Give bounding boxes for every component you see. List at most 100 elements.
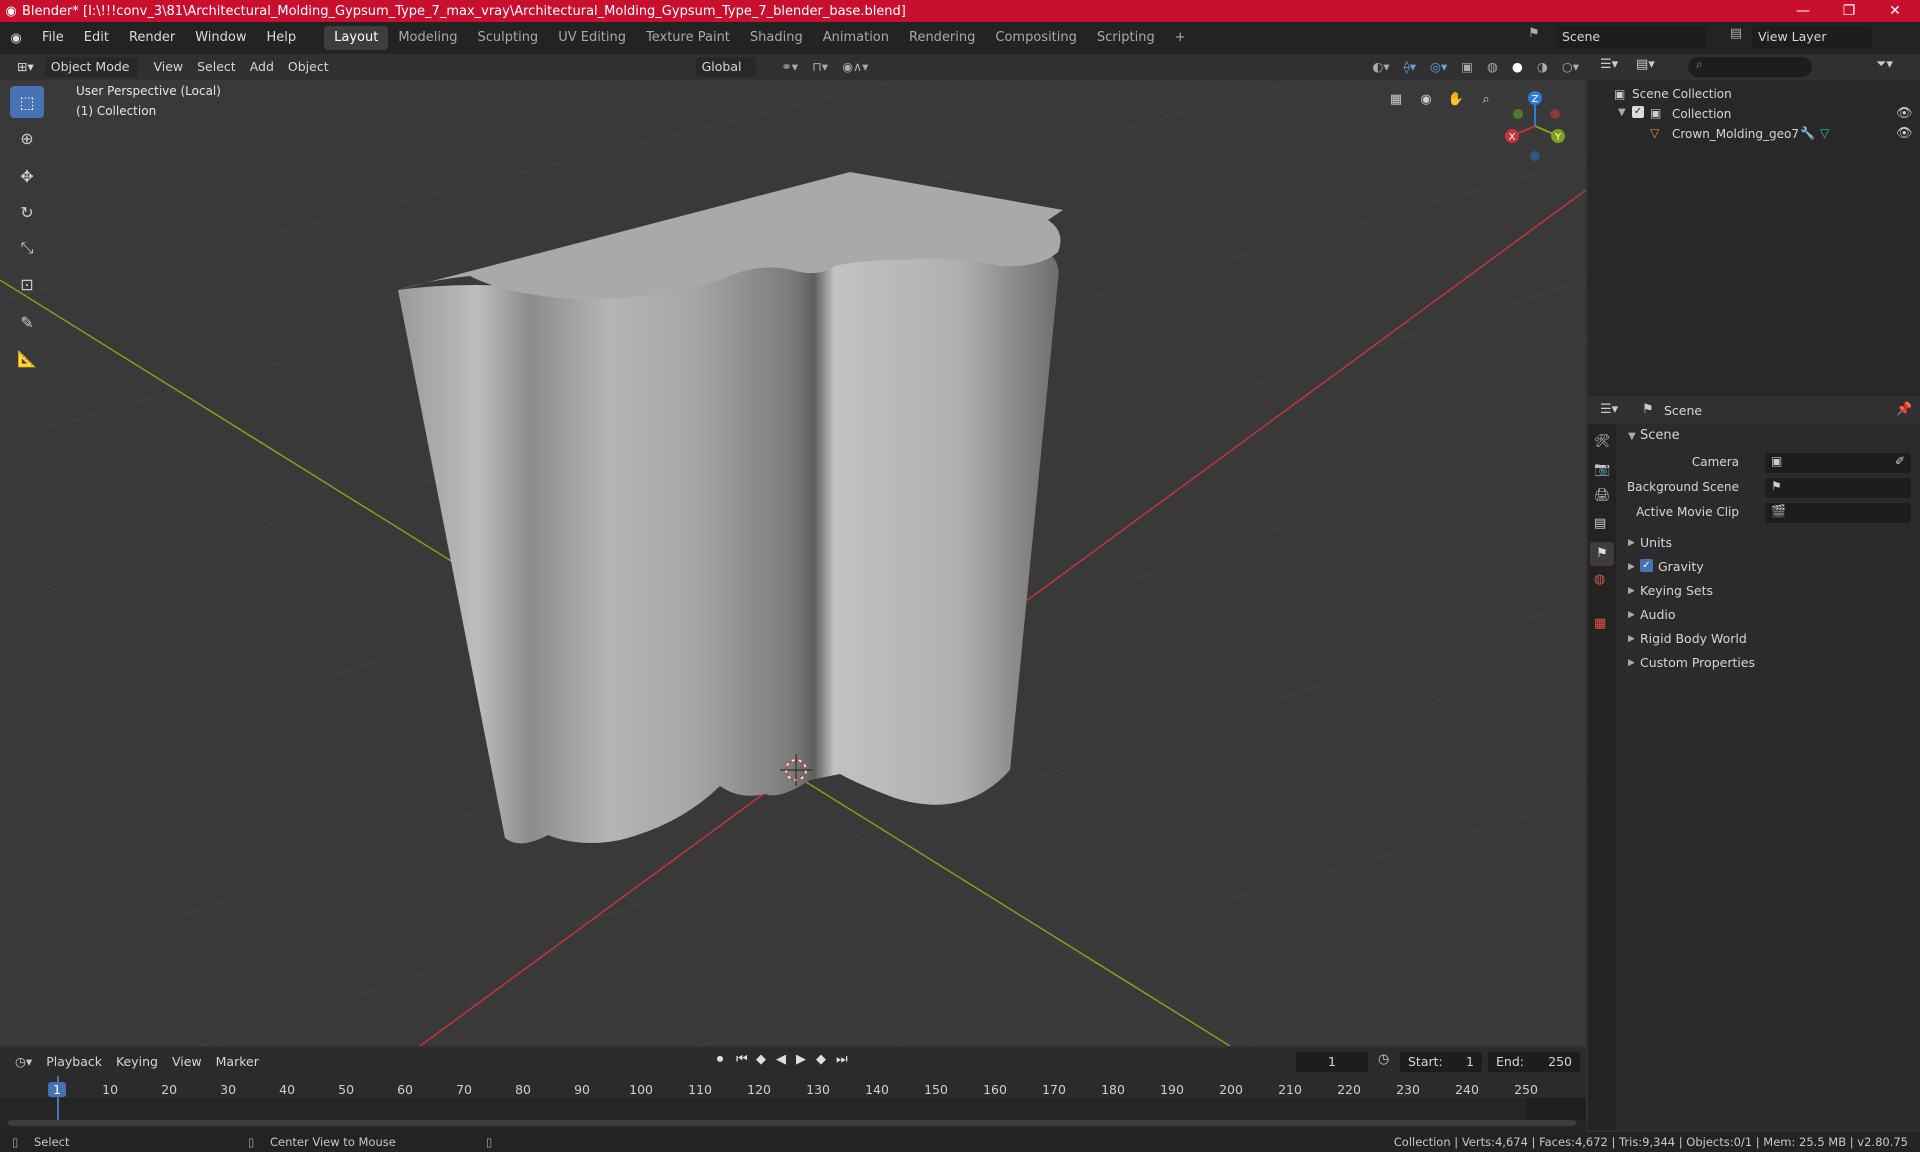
- audio-panel[interactable]: Audio: [1640, 607, 1676, 622]
- jump-start-icon[interactable]: ⏮: [736, 1052, 748, 1067]
- eyedropper-icon[interactable]: ✐: [1895, 454, 1905, 468]
- select-box-tool-icon[interactable]: ⬚: [10, 86, 44, 118]
- scene-section-arrow-icon[interactable]: ▼: [1628, 431, 1636, 442]
- end-frame-field[interactable]: End: 250: [1488, 1052, 1580, 1072]
- scene-tab-icon[interactable]: ⚑: [1590, 542, 1614, 566]
- maximize-button[interactable]: ❐: [1826, 0, 1872, 22]
- viewport-menu-object[interactable]: Object: [281, 57, 336, 77]
- texture-tab-icon[interactable]: ▦: [1594, 616, 1606, 631]
- current-frame-field[interactable]: 1: [1296, 1052, 1368, 1072]
- timeline-scrollbar[interactable]: [8, 1120, 1576, 1126]
- outliner-object[interactable]: Crown_Molding_geo7: [1672, 127, 1799, 141]
- view-layer-selector[interactable]: View Layer: [1752, 26, 1872, 48]
- timeline-menu-playback[interactable]: Playback: [39, 1052, 109, 1072]
- gravity-panel[interactable]: Gravity: [1658, 559, 1704, 574]
- tab-shading[interactable]: Shading: [740, 26, 813, 50]
- gravity-checkbox[interactable]: ✓: [1640, 559, 1653, 572]
- modifier-wrench-icon[interactable]: 🔧: [1800, 126, 1815, 140]
- outliner-search-input[interactable]: ⌕: [1688, 57, 1812, 77]
- properties-editor-icon[interactable]: ☰▾: [1600, 402, 1618, 417]
- menu-window[interactable]: Window: [185, 26, 256, 50]
- rigid-body-world-panel[interactable]: Rigid Body World: [1640, 631, 1747, 646]
- viewport-menu-view[interactable]: View: [146, 57, 190, 77]
- blender-menu-icon[interactable]: ◉: [0, 31, 32, 46]
- scene-section-title[interactable]: Scene: [1640, 428, 1680, 443]
- active-movie-clip-field[interactable]: 🎬: [1765, 503, 1911, 523]
- minimize-button[interactable]: —: [1780, 0, 1826, 22]
- gravity-arrow-icon[interactable]: ▶: [1628, 562, 1635, 572]
- play-icon[interactable]: ▶: [796, 1052, 806, 1067]
- editor-type-icon[interactable]: ⊞▾: [10, 57, 41, 77]
- outliner-scene-collection[interactable]: Scene Collection: [1632, 87, 1732, 101]
- next-keyframe-icon[interactable]: ◆: [816, 1052, 826, 1067]
- tab-sculpting[interactable]: Sculpting: [467, 26, 548, 50]
- material-shading-icon[interactable]: ◑: [1530, 57, 1555, 77]
- mesh-data-icon[interactable]: ▽: [1820, 126, 1829, 140]
- tab-scripting[interactable]: Scripting: [1087, 26, 1165, 50]
- scene-selector[interactable]: Scene: [1556, 26, 1706, 48]
- keying-sets-arrow-icon[interactable]: ▶: [1628, 586, 1635, 596]
- timeline-menu-marker[interactable]: Marker: [209, 1052, 266, 1072]
- custom-properties-arrow-icon[interactable]: ▶: [1628, 658, 1635, 668]
- start-frame-field[interactable]: Start: 1: [1400, 1052, 1482, 1072]
- cursor-tool-icon[interactable]: ⊕: [10, 122, 44, 154]
- tab-texture-paint[interactable]: Texture Paint: [636, 26, 740, 50]
- timeline-editor-icon[interactable]: ◷▾: [8, 1052, 39, 1072]
- tab-rendering[interactable]: Rendering: [899, 26, 985, 50]
- viewport-menu-add[interactable]: Add: [243, 57, 281, 77]
- menu-render[interactable]: Render: [119, 26, 185, 50]
- menu-help[interactable]: Help: [257, 26, 307, 50]
- rigid-body-arrow-icon[interactable]: ▶: [1628, 634, 1635, 644]
- menu-file[interactable]: File: [32, 26, 74, 50]
- tab-modeling[interactable]: Modeling: [388, 26, 467, 50]
- zoom-icon[interactable]: ⌕: [1474, 88, 1498, 112]
- proportional-edit-icon[interactable]: ◉∧▾: [835, 57, 875, 77]
- transform-tool-icon[interactable]: ⊡: [10, 268, 44, 300]
- tab-compositing[interactable]: Compositing: [985, 26, 1087, 50]
- object-mode-dropdown[interactable]: Object Mode: [44, 57, 139, 77]
- wireframe-shading-icon[interactable]: ◍: [1480, 57, 1505, 77]
- gizmo-toggle-icon[interactable]: ⟠▾: [1397, 57, 1423, 77]
- audio-arrow-icon[interactable]: ▶: [1628, 610, 1635, 620]
- solid-shading-icon[interactable]: ●: [1505, 57, 1530, 77]
- filter-icon[interactable]: ⏷▾: [1876, 57, 1893, 72]
- rotate-tool-icon[interactable]: ↻: [10, 196, 44, 228]
- viewport-menu-select[interactable]: Select: [190, 57, 243, 77]
- collection-visibility-eye-icon[interactable]: 👁: [1896, 106, 1913, 121]
- transform-orientation-dropdown[interactable]: Global: [695, 57, 757, 77]
- prev-keyframe-icon[interactable]: ◆: [756, 1052, 766, 1067]
- camera-field[interactable]: ▣ ✐: [1765, 453, 1911, 473]
- timeline-menu-keying[interactable]: Keying: [109, 1052, 165, 1072]
- add-workspace-button[interactable]: +: [1165, 26, 1196, 50]
- rendered-shading-icon[interactable]: ○▾: [1555, 57, 1586, 77]
- custom-properties-panel[interactable]: Custom Properties: [1640, 655, 1755, 670]
- object-visibility-eye-icon[interactable]: 👁: [1896, 126, 1913, 141]
- units-panel[interactable]: Units: [1640, 535, 1672, 550]
- stopwatch-icon[interactable]: ◷: [1378, 1052, 1389, 1067]
- record-button-icon[interactable]: ⏺: [710, 1052, 730, 1072]
- pivot-icon[interactable]: ⚭▾: [774, 57, 805, 77]
- navigation-gizmo[interactable]: Z Y X: [1498, 84, 1578, 164]
- tab-uv-editing[interactable]: UV Editing: [548, 26, 636, 50]
- tool-tab-icon[interactable]: 🛠: [1594, 434, 1611, 449]
- jump-end-icon[interactable]: ⏭: [836, 1052, 848, 1067]
- tab-layout[interactable]: Layout: [324, 26, 389, 50]
- units-arrow-icon[interactable]: ▶: [1628, 538, 1635, 548]
- collection-checkbox[interactable]: ✓: [1632, 106, 1644, 118]
- move-tool-icon[interactable]: ✥: [10, 160, 44, 192]
- overlay-toggle-icon[interactable]: ◎▾: [1423, 57, 1454, 77]
- outliner-editor-icon[interactable]: ☰▾: [1600, 57, 1618, 72]
- keying-sets-panel[interactable]: Keying Sets: [1640, 583, 1713, 598]
- tab-animation[interactable]: Animation: [813, 26, 899, 50]
- world-tab-icon[interactable]: ◍: [1594, 572, 1605, 587]
- toggle-perspective-icon[interactable]: ▦: [1384, 88, 1408, 112]
- close-button[interactable]: ✕: [1872, 0, 1918, 22]
- background-scene-field[interactable]: ⚑: [1765, 478, 1911, 498]
- play-reverse-icon[interactable]: ◀: [776, 1052, 786, 1067]
- pan-hand-icon[interactable]: ✋: [1444, 88, 1468, 112]
- display-mode-icon[interactable]: ▤▾: [1636, 57, 1655, 72]
- xray-icon[interactable]: ▣: [1454, 57, 1480, 77]
- 3d-viewport[interactable]: User Perspective (Local) (1) Collection …: [0, 80, 1586, 1046]
- scale-tool-icon[interactable]: ⤡: [10, 232, 44, 264]
- outliner-collection[interactable]: Collection: [1672, 107, 1731, 121]
